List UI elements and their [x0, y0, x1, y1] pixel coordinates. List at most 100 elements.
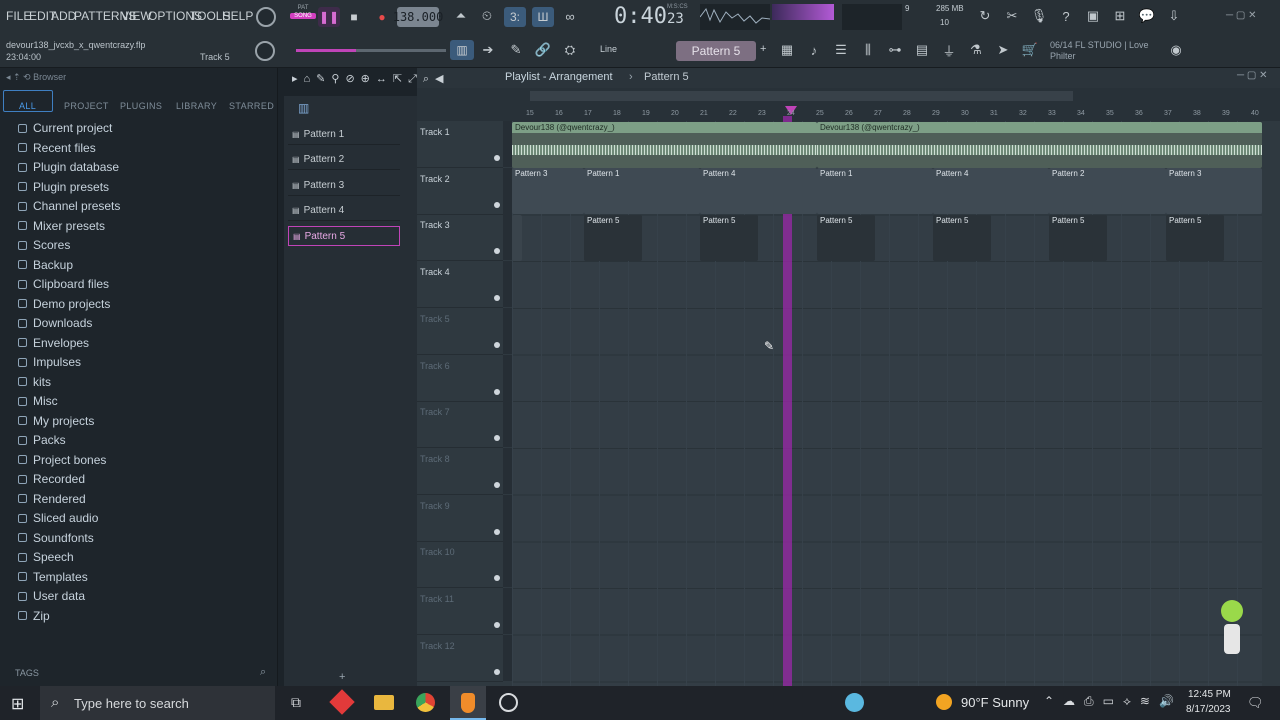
pattern-list-item[interactable]: ▤ Pattern 1	[288, 125, 400, 145]
patch-icon[interactable]: ⊶	[885, 41, 905, 59]
track-mute-dot[interactable]	[494, 528, 500, 535]
tools-icon[interactable]: ✂	[1002, 7, 1022, 25]
pattern-clip[interactable]: Pattern 5	[933, 215, 991, 261]
playlist-window-icon[interactable]: ▦	[777, 41, 797, 59]
browser-item[interactable]: Sliced audio	[18, 511, 98, 525]
help-tips-icon[interactable]	[845, 693, 864, 712]
mixer-icon[interactable]: ⫼	[858, 41, 878, 59]
notification-icon[interactable]: 🗨	[1247, 695, 1264, 711]
record-button[interactable]: ●	[371, 7, 393, 27]
tab-plugins[interactable]: PLUGINS	[120, 101, 162, 111]
globe-icon[interactable]: ◉	[1166, 41, 1186, 59]
channel-knob[interactable]	[255, 41, 275, 61]
search-icon[interactable]: ⌕	[260, 666, 266, 679]
track-mute-dot[interactable]	[494, 341, 500, 348]
arrow-right-icon[interactable]: ➔	[478, 41, 498, 59]
pause-button[interactable]: ❚❚	[318, 7, 340, 27]
fl-studio-taskbar-icon[interactable]	[450, 686, 486, 720]
step-edit-icon[interactable]: Ш	[532, 7, 554, 27]
microphone-icon[interactable]: 🎙	[1029, 7, 1049, 25]
track-mute-dot[interactable]	[494, 201, 500, 208]
tab-all-label[interactable]: ALL	[19, 101, 36, 111]
playlist-icon[interactable]: ▥	[450, 40, 474, 60]
browser-item[interactable]: Soundfonts	[18, 531, 94, 545]
pattern-clip[interactable]: Pattern 5	[817, 215, 875, 261]
chat-icon[interactable]: 💬	[1137, 7, 1157, 25]
playlist-tools[interactable]: ▸⌂✎⚲⊘⊕↔⇱⤢⌕◀	[292, 72, 450, 86]
pattern-clip[interactable]: Pattern 3	[1166, 168, 1262, 214]
track-mute-dot[interactable]	[494, 668, 500, 675]
browser-icon[interactable]: ▤	[912, 41, 932, 59]
news-line1[interactable]: 06/14 FL STUDIO | Love	[1050, 40, 1149, 50]
browser-item[interactable]: Templates	[18, 570, 88, 584]
undo-icon[interactable]: ↻	[975, 7, 995, 25]
clock-date[interactable]: 8/17/2023	[1186, 704, 1231, 715]
master-volume-knob[interactable]	[256, 7, 276, 27]
track-header[interactable]: Track 8	[417, 448, 503, 495]
browser-item[interactable]: Speech	[18, 550, 74, 564]
browser-item[interactable]: Scores	[18, 238, 70, 252]
track-header[interactable]: Track 9	[417, 495, 503, 542]
chrome-icon[interactable]	[416, 693, 435, 712]
plugin-icon[interactable]: ⏚	[939, 41, 959, 59]
audio-clip[interactable]: Devour138 (@qwentcrazy_)	[817, 122, 1262, 168]
pattern-clip[interactable]: Pattern 4	[933, 168, 1049, 214]
loop-record-icon[interactable]: ∞	[560, 7, 580, 25]
pattern-clip-stub[interactable]	[512, 215, 522, 261]
master-pitch-slider[interactable]	[296, 49, 446, 52]
browser-item[interactable]: Rendered	[18, 492, 86, 506]
countdown-icon[interactable]: 3:	[504, 7, 526, 27]
track-header[interactable]: Track 2	[417, 168, 503, 215]
pattern-clip[interactable]: Pattern 3	[512, 168, 584, 214]
pattern-selector[interactable]: Pattern 5	[676, 41, 756, 61]
pattern-list-item[interactable]: ▤ Pattern 5	[288, 226, 400, 247]
add-pattern-icon[interactable]: +	[760, 43, 766, 55]
app-red-icon[interactable]	[329, 689, 355, 715]
news-line2[interactable]: Philter	[1050, 51, 1076, 61]
track-mute-dot[interactable]	[494, 295, 500, 302]
pattern-clip[interactable]: Pattern 5	[1049, 215, 1107, 261]
track-mute-dot[interactable]	[494, 155, 500, 161]
weather-text[interactable]: 90°F Sunny	[961, 695, 1029, 710]
track-header[interactable]: Track 6	[417, 355, 503, 402]
tab-library[interactable]: LIBRARY	[176, 101, 217, 111]
browser-item[interactable]: Recent files	[18, 141, 96, 155]
track-mute-dot[interactable]	[494, 622, 500, 628]
track-mute-dot[interactable]	[494, 481, 500, 488]
pattern-clip[interactable]: Pattern 4	[700, 168, 817, 214]
save-icon[interactable]: ▣	[1083, 7, 1103, 25]
snap-select[interactable]: Line	[600, 44, 617, 54]
browser-item[interactable]: Mixer presets	[18, 219, 105, 233]
browser-item[interactable]: User data	[18, 589, 85, 603]
download-icon[interactable]: ⇩	[1164, 7, 1184, 25]
track-header[interactable]: Track 1	[417, 121, 503, 168]
browser-item[interactable]: Demo projects	[18, 297, 110, 311]
browser-item[interactable]: Channel presets	[18, 199, 120, 213]
cart-icon[interactable]: 🛒	[1020, 41, 1040, 59]
pattern-clip[interactable]: Pattern 1	[584, 168, 700, 214]
add-pattern-button[interactable]: +	[339, 671, 345, 683]
clock-time[interactable]: 12:45 PM	[1188, 689, 1231, 700]
browser-item[interactable]: Project bones	[18, 453, 106, 467]
pattern-list-item[interactable]: ▤ Pattern 3	[288, 176, 400, 196]
browser-item[interactable]: My projects	[18, 414, 94, 428]
track-header[interactable]: Track 11	[417, 588, 503, 635]
stamp-icon[interactable]: ⛭	[560, 41, 580, 59]
piano-roll-icon[interactable]: ♪	[804, 41, 824, 59]
track-header[interactable]: Track 12	[417, 635, 503, 682]
system-tray-icons[interactable]: ⌃☁⎙▭⟡≋🔊	[1044, 694, 1183, 709]
pattern-clip[interactable]: Pattern 5	[700, 215, 758, 261]
tab-starred[interactable]: STARRED	[229, 101, 274, 111]
browser-item[interactable]: Plugin presets	[18, 180, 109, 194]
windows-start-icon[interactable]: ⊞	[11, 694, 24, 714]
menu-add[interactable]: ADD	[51, 9, 76, 23]
metronome-icon[interactable]: ⏶	[451, 7, 471, 25]
taskbar-search[interactable]: ⌕ Type here to search	[40, 686, 275, 720]
file-explorer-icon[interactable]	[374, 695, 394, 710]
timeline-scrollbar[interactable]	[530, 91, 1073, 101]
browser-item[interactable]: Current project	[18, 121, 112, 135]
obs-icon[interactable]	[499, 693, 518, 712]
track-header[interactable]: Track 7	[417, 401, 503, 449]
window-controls[interactable]: ─ ▢ ✕	[1226, 10, 1256, 21]
track-header[interactable]: Track 10	[417, 541, 503, 589]
